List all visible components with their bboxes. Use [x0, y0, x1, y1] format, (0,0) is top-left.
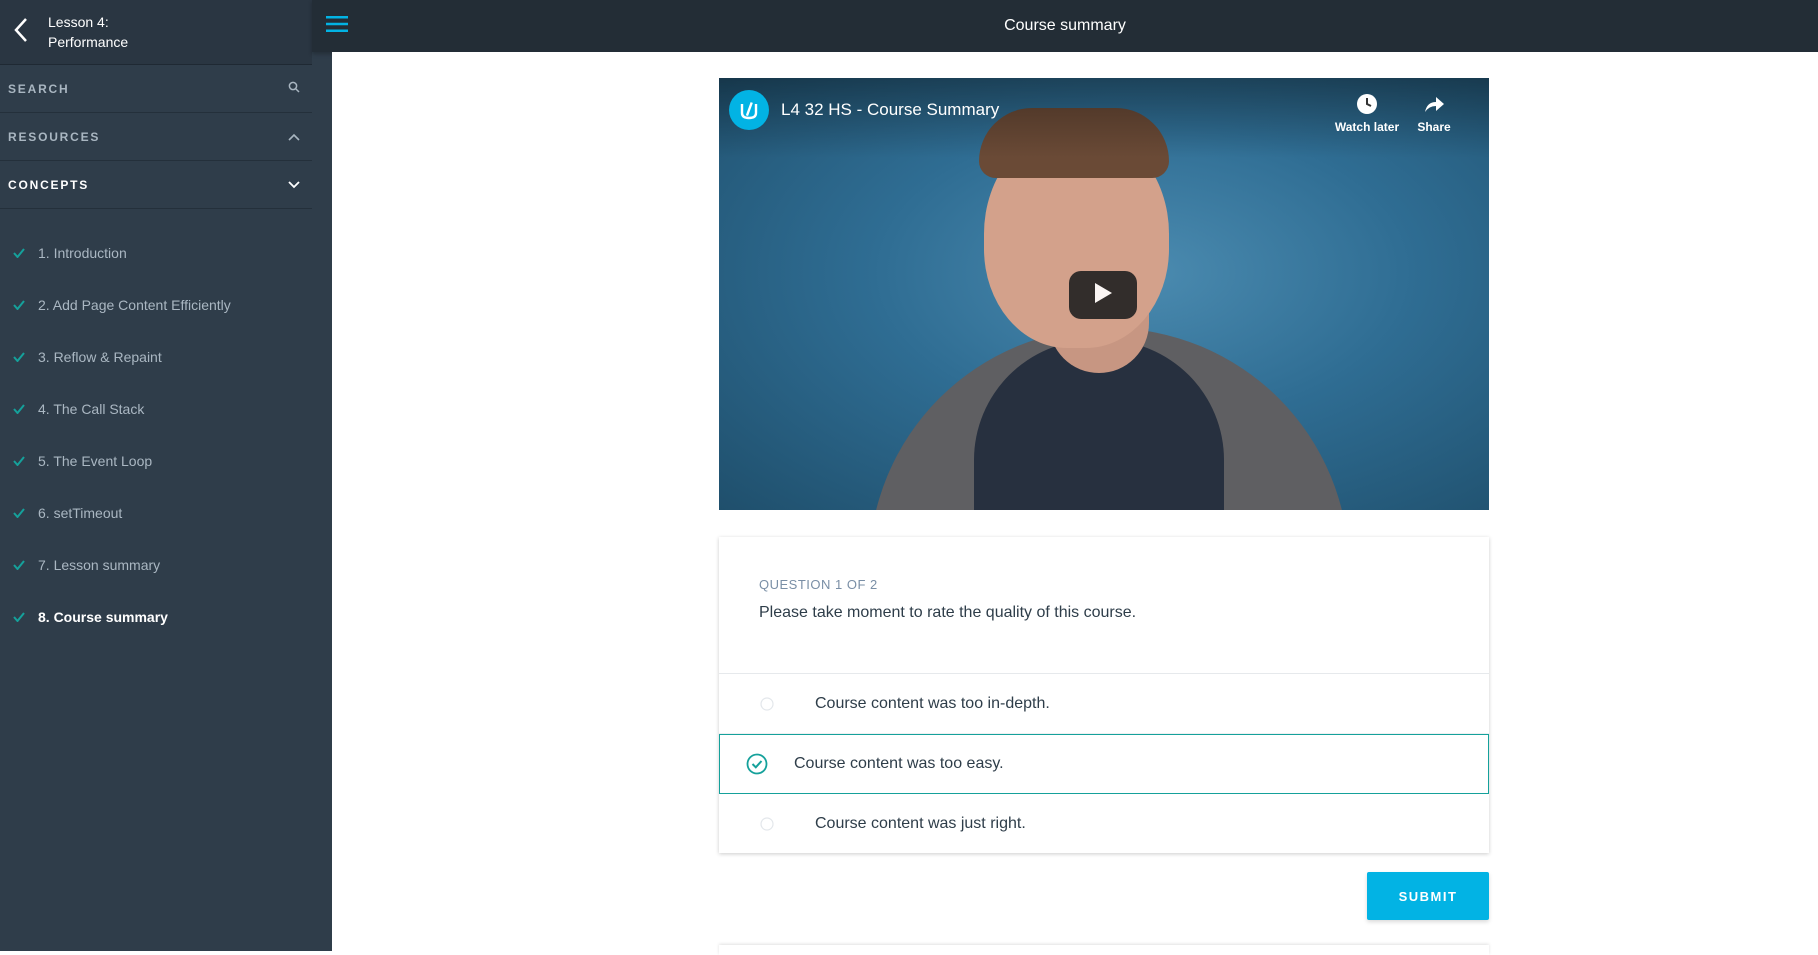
sidebar: Lesson 4: Performance SEARCH RESOURCES C… [0, 0, 312, 951]
answer-option-selected[interactable]: Course content was too easy. [719, 734, 1489, 794]
radio-empty-icon[interactable] [719, 817, 815, 831]
share-button[interactable]: Share [1404, 92, 1464, 134]
checkmark-icon [0, 612, 38, 622]
main-content: L4 32 HS - Course Summary Watch later Sh… [332, 52, 1818, 951]
concept-title: 1. Introduction [38, 245, 127, 261]
submit-button[interactable]: SUBMIT [1367, 872, 1489, 920]
concepts-label: CONCEPTS [8, 177, 90, 192]
chevron-left-icon [13, 17, 29, 48]
quiz-header: QUESTION 1 OF 2 Please take moment to ra… [719, 537, 1489, 674]
watch-later-button[interactable]: Watch later [1327, 92, 1407, 134]
radio-empty-icon[interactable] [719, 696, 815, 711]
concept-item[interactable]: 7. Lesson summary [0, 539, 312, 591]
concept-title: 6. setTimeout [38, 505, 123, 521]
check-circle-icon[interactable] [720, 753, 794, 775]
quiz-card: QUESTION 1 OF 2 Please take moment to ra… [719, 537, 1489, 853]
chevron-down-icon [288, 176, 300, 194]
question-counter: QUESTION 1 OF 2 [759, 577, 878, 592]
topbar: Course summary [312, 0, 1818, 52]
checkmark-icon [0, 508, 38, 518]
concept-list: 1. Introduction 2. Add Page Content Effi… [0, 209, 312, 643]
concept-title: 3. Reflow & Repaint [38, 349, 162, 365]
checkmark-icon [0, 352, 38, 362]
lesson-header: Lesson 4: Performance [0, 0, 312, 65]
search-label: SEARCH [8, 81, 70, 96]
next-card-edge [719, 945, 1489, 955]
play-icon [1093, 282, 1113, 309]
checkmark-icon [0, 456, 38, 466]
lesson-number: Lesson 4: [48, 14, 109, 30]
channel-logo-icon[interactable] [729, 90, 769, 130]
checkmark-icon [0, 404, 38, 414]
sidebar-divider [312, 52, 332, 951]
concept-item[interactable]: 6. setTimeout [0, 487, 312, 539]
concept-title: 5. The Event Loop [38, 453, 153, 469]
concept-title: 4. The Call Stack [38, 401, 145, 417]
sidebar-search[interactable]: SEARCH [0, 65, 312, 113]
answer-text: Course content was too in-depth. [815, 694, 1050, 712]
clock-icon [1327, 92, 1407, 116]
hamburger-icon [326, 15, 348, 37]
chevron-up-icon [288, 128, 300, 146]
checkmark-icon [0, 248, 38, 258]
video-player[interactable]: L4 32 HS - Course Summary Watch later Sh… [719, 78, 1489, 510]
concept-title: 8. Course summary [38, 609, 168, 625]
watch-later-label: Watch later [1334, 120, 1400, 134]
checkmark-icon [0, 300, 38, 310]
concept-item[interactable]: 4. The Call Stack [0, 383, 312, 435]
concept-item-active[interactable]: 8. Course summary [0, 591, 312, 643]
video-title[interactable]: L4 32 HS - Course Summary [781, 100, 999, 120]
lesson-title: Lesson 4: Performance [48, 12, 128, 52]
concept-item[interactable]: 3. Reflow & Repaint [0, 331, 312, 383]
search-icon [288, 80, 300, 98]
concept-title: 2. Add Page Content Efficiently [38, 297, 231, 313]
share-arrow-icon [1404, 92, 1464, 116]
play-button[interactable] [1069, 271, 1137, 319]
resources-label: RESOURCES [8, 129, 101, 144]
page-title: Course summary [1004, 17, 1126, 34]
back-button[interactable] [0, 0, 42, 64]
concept-item[interactable]: 2. Add Page Content Efficiently [0, 279, 312, 331]
checkmark-icon [0, 560, 38, 570]
lesson-name: Performance [48, 34, 129, 50]
answer-option[interactable]: Course content was just right. [719, 794, 1489, 854]
sidebar-concepts[interactable]: CONCEPTS [0, 161, 312, 209]
concept-item[interactable]: 1. Introduction [0, 227, 312, 279]
share-label: Share [1417, 120, 1451, 134]
concept-title: 7. Lesson summary [38, 557, 161, 573]
answer-text: Course content was just right. [815, 815, 1026, 832]
menu-button[interactable] [312, 0, 362, 52]
sidebar-resources[interactable]: RESOURCES [0, 113, 312, 161]
answer-text: Course content was too easy. [794, 755, 1004, 772]
question-prompt: Please take moment to rate the quality o… [759, 604, 1137, 621]
concept-item[interactable]: 5. The Event Loop [0, 435, 312, 487]
answer-option[interactable]: Course content was too in-depth. [719, 674, 1489, 734]
